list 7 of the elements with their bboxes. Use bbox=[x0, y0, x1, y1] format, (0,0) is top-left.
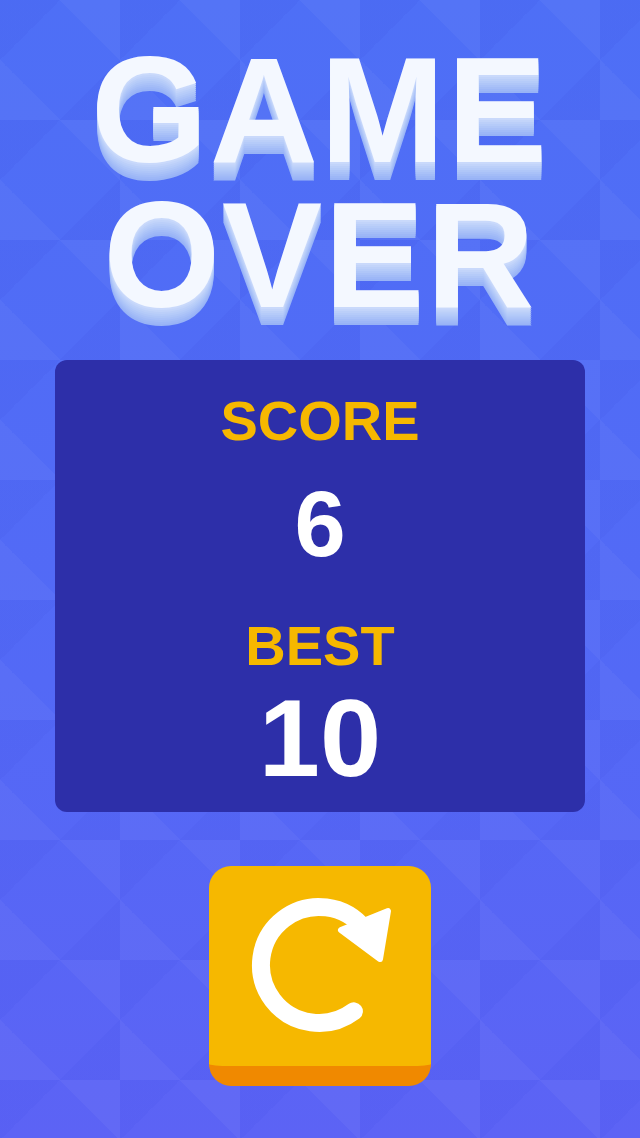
score-value: 6 bbox=[294, 474, 346, 574]
title-word: OVER bbox=[103, 183, 537, 328]
best-label: BEST bbox=[245, 616, 395, 676]
restart-button[interactable] bbox=[209, 866, 431, 1086]
score-label: SCORE bbox=[220, 391, 420, 451]
title-word: GAME bbox=[91, 38, 549, 183]
best-value: 10 bbox=[258, 680, 382, 795]
